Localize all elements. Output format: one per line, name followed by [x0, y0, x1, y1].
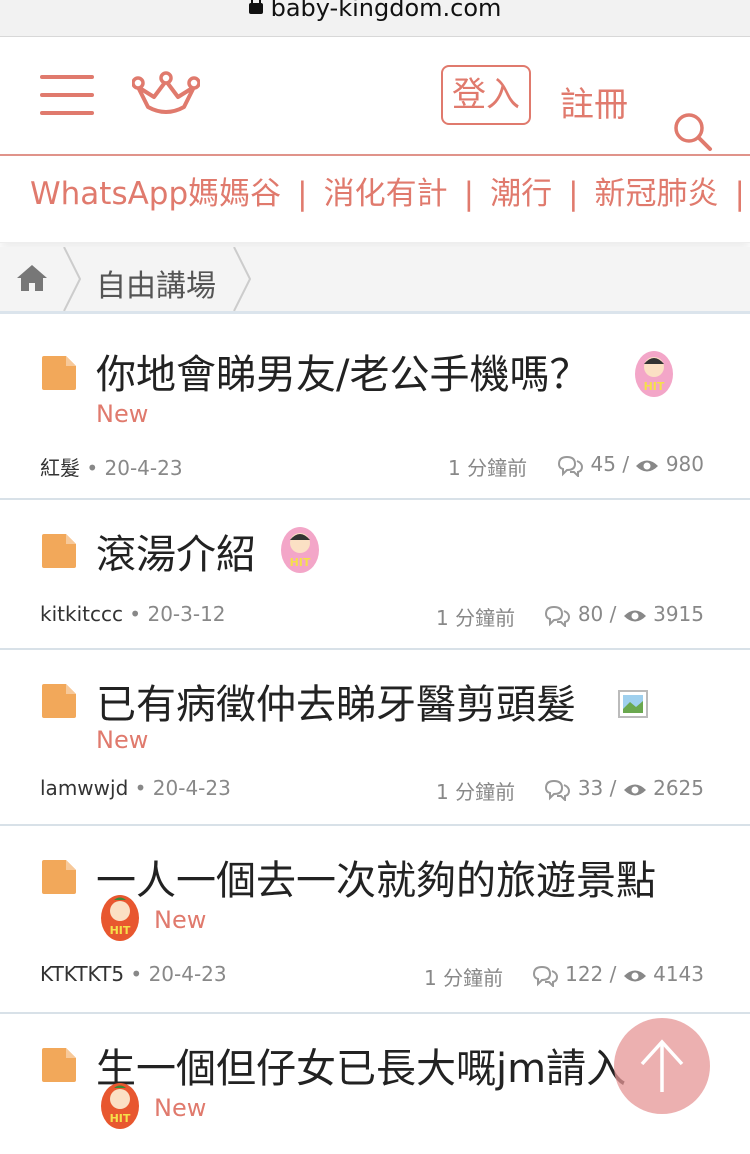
reply-count: 33 [577, 776, 604, 800]
folder-icon [42, 1048, 76, 1082]
login-button[interactable]: 登入 [441, 65, 531, 125]
thread-title[interactable]: 已有病徵仲去睇牙醫剪頭髮 [96, 672, 576, 730]
hot-doll-icon: HIT [101, 895, 139, 941]
thread-author[interactable]: KTKTKT5 [40, 962, 124, 986]
hot-badge-text: HIT [110, 924, 131, 937]
thread-stats: 122 / 4143 [531, 962, 704, 987]
folder-icon [42, 860, 76, 894]
new-badge: New [96, 726, 149, 754]
thread-meta: KTKTKT5 • 20-4-23 [40, 962, 227, 986]
folder-icon [42, 684, 76, 718]
thread-stats: 45 / 980 [556, 452, 704, 477]
category-separator: | [297, 176, 308, 212]
hot-badge-text: HIT [110, 1112, 131, 1125]
thread-date: 20-4-23 [152, 776, 231, 800]
view-eye-icon [623, 784, 646, 795]
folder-icon [42, 534, 76, 568]
reply-icon [545, 779, 571, 801]
category-separator: | [734, 176, 745, 212]
reply-count: 45 [590, 452, 616, 476]
search-icon[interactable] [672, 111, 714, 153]
view-eye-icon [623, 610, 646, 621]
reply-count: 80 [577, 602, 604, 626]
view-count: 3915 [653, 602, 704, 626]
hot-badge-text: HIT [644, 380, 665, 393]
site-header: 登入 註冊 [0, 37, 750, 156]
thread-last-reply-time: 1 分鐘前 [448, 456, 528, 480]
breadcrumb-separator-icon [63, 247, 82, 311]
thread-stats: 80 / 3915 [543, 602, 704, 627]
thread-date: 20-3-12 [147, 602, 226, 626]
view-count: 4143 [653, 962, 704, 986]
category-fashion[interactable]: 潮行 [490, 176, 552, 212]
category-digestion[interactable]: 消化有計 [324, 176, 448, 212]
register-button[interactable]: 註冊 [560, 77, 628, 126]
thread-meta: kitkitccc • 20-3-12 [40, 602, 226, 626]
view-count: 980 [665, 452, 704, 476]
menu-icon[interactable] [40, 75, 94, 115]
view-count: 2625 [653, 776, 704, 800]
category-separator: | [463, 176, 475, 212]
view-eye-icon [623, 970, 646, 981]
category-separator: | [568, 176, 579, 212]
thread-row[interactable]: 一人一個去一次就夠的旅遊景點 HIT New KTKTKT5 • 20-4-23… [0, 826, 750, 1014]
url-text: baby-kingdom.com [270, 0, 502, 22]
reply-icon [532, 965, 558, 987]
thread-date: 20-4-23 [148, 962, 227, 986]
hot-doll-icon: HIT [635, 351, 673, 397]
browser-url-bar[interactable]: baby-kingdom.com [0, 0, 750, 37]
thread-title[interactable]: 你地會睇男友/老公手機嗎？ [96, 342, 589, 400]
crown-logo-icon[interactable] [132, 71, 200, 117]
lock-icon [248, 0, 263, 14]
breadcrumb-forum-link[interactable]: 自由講場 [96, 261, 216, 305]
hot-doll-icon: HIT [101, 1083, 139, 1129]
thread-last-reply-time: 1 分鐘前 [424, 966, 504, 990]
scroll-top-button[interactable] [614, 1018, 710, 1114]
hot-doll-icon: HIT [281, 527, 319, 573]
thread-meta: lamwwjd • 20-4-23 [40, 776, 231, 800]
folder-icon [42, 356, 76, 390]
hot-badge-text: HIT [290, 556, 311, 569]
view-eye-icon [636, 460, 659, 471]
thread-row[interactable]: 已有病徵仲去睇牙醫剪頭髮 New lamwwjd • 20-4-23 1 分鐘前… [0, 650, 750, 826]
thread-author[interactable]: lamwwjd [40, 776, 128, 800]
thread-last-reply-time: 1 分鐘前 [436, 606, 516, 630]
thread-title[interactable]: 滾湯介紹 [96, 522, 256, 580]
thread-row[interactable]: 滾湯介紹 HIT kitkitccc • 20-3-12 1 分鐘前 80 / … [0, 500, 750, 650]
new-badge: New [154, 1094, 207, 1122]
reply-icon [558, 455, 584, 477]
arrow-up-icon [640, 1039, 684, 1092]
thread-author[interactable]: kitkitccc [40, 602, 123, 626]
thread-last-reply-time: 1 分鐘前 [436, 780, 516, 804]
thread-stats: 33 / 2625 [543, 776, 704, 801]
category-nav: WhatsApp媽媽谷 | 消化有計 | 潮行 | 新冠肺炎 | [0, 156, 750, 243]
thread-meta: 紅髮 • 20-4-23 [40, 456, 183, 480]
new-badge: New [96, 400, 149, 428]
thread-author[interactable]: 紅髮 [40, 456, 80, 480]
home-icon[interactable] [16, 263, 48, 293]
thread-row[interactable]: 你地會睇男友/老公手機嗎？ HIT New 紅髮 • 20-4-23 1 分鐘前… [0, 324, 750, 500]
thread-title[interactable]: 一人一個去一次就夠的旅遊景點 [96, 848, 656, 906]
reply-icon [545, 605, 571, 627]
category-whatsapp[interactable]: WhatsApp媽媽谷 [30, 176, 281, 212]
thread-title[interactable]: 生一個但仔女已長大嘅jm請入 [96, 1036, 626, 1094]
category-covid[interactable]: 新冠肺炎 [595, 176, 719, 212]
new-badge: New [154, 906, 207, 934]
image-attachment-icon [618, 690, 648, 718]
thread-date: 20-4-23 [104, 456, 183, 480]
breadcrumb: 自由講場 [0, 247, 750, 314]
breadcrumb-separator-icon [233, 247, 252, 311]
reply-count: 122 [565, 962, 604, 986]
